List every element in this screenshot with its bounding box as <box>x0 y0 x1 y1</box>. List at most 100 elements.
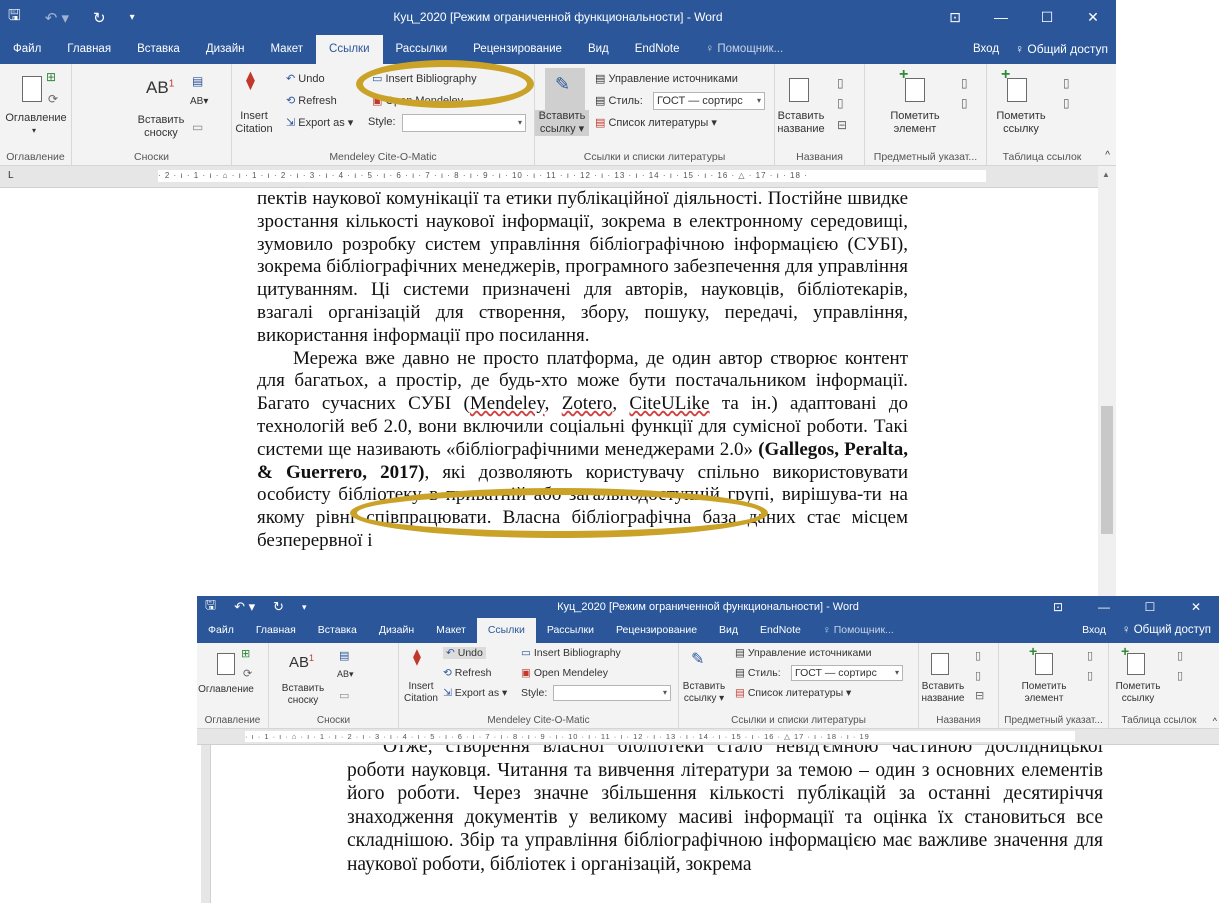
insert-index-icon[interactable]: ▯ <box>961 76 968 90</box>
show-notes-icon[interactable]: ▭ <box>339 689 349 702</box>
table-of-figures-icon[interactable]: ▯ <box>837 76 844 90</box>
collapse-ribbon-icon[interactable]: ^ <box>1213 716 1217 726</box>
toc-dropdown-icon[interactable]: ▾ <box>32 126 36 135</box>
mendeley-style-combo[interactable]: ▾ <box>553 685 671 701</box>
maximize-button[interactable]: ☐ <box>1024 0 1070 35</box>
tab-home[interactable]: Главная <box>245 618 307 643</box>
scroll-up-icon[interactable]: ▲ <box>1102 170 1110 179</box>
collapse-ribbon-icon[interactable]: ^ <box>1105 150 1110 161</box>
update-index-icon[interactable]: ▯ <box>961 96 968 110</box>
refresh-button[interactable]: ⟲ Refresh <box>286 94 337 107</box>
insert-citation-button[interactable]: Insert Citation <box>232 110 276 136</box>
mendeley-style-combo[interactable]: ▾ <box>402 114 526 132</box>
bibliography-button[interactable]: ▤ Список литературы ▾ <box>595 116 717 129</box>
update-figures-icon[interactable]: ▯ <box>975 669 981 682</box>
minimize-button[interactable]: — <box>1081 596 1127 618</box>
document-body[interactable]: пектів наукової комунікації та етики пуб… <box>257 188 908 553</box>
update-toa-icon[interactable]: ▯ <box>1063 96 1070 110</box>
cross-reference-icon[interactable]: ⊟ <box>837 118 847 132</box>
close-button[interactable]: ✕ <box>1070 0 1116 35</box>
manage-sources-button[interactable]: ▤ Управление источниками <box>735 647 871 659</box>
tab-file[interactable]: Файл <box>0 35 54 64</box>
mark-entry-button[interactable]: Пометить элемент <box>875 110 955 136</box>
tab-design[interactable]: Дизайн <box>368 618 425 643</box>
tab-references[interactable]: Ссылки <box>476 618 536 643</box>
tab-design[interactable]: Дизайн <box>193 35 258 64</box>
update-table-icon[interactable]: ⟳ <box>48 92 58 106</box>
share-button[interactable]: ♀ Общий доступ <box>1114 618 1219 643</box>
tab-mailings[interactable]: Рассылки <box>383 35 461 64</box>
undo-button[interactable]: ↶ Undo <box>286 72 325 85</box>
insert-endnote-icon[interactable]: ▤ <box>339 649 349 662</box>
maximize-button[interactable]: ☐ <box>1127 596 1173 618</box>
tell-me-search[interactable]: ♀ Помощник... <box>693 35 797 64</box>
insert-caption-button[interactable]: Вставить название <box>919 681 967 705</box>
mark-entry-button[interactable]: Пометить элемент <box>1005 681 1083 705</box>
toc-button[interactable]: Оглавление <box>197 683 269 696</box>
tab-references[interactable]: Ссылки <box>316 35 383 64</box>
ruler-scale-2[interactable]: · ı · 1 · ı · ⌂ · ı · 1 · ı · 2 · ı · 3 … <box>245 731 1075 742</box>
table-of-figures-icon[interactable]: ▯ <box>975 649 981 662</box>
export-as-button[interactable]: ⇲ Export as ▾ <box>443 687 507 699</box>
insert-index-icon[interactable]: ▯ <box>1087 649 1093 662</box>
signin-link[interactable]: Вход <box>1074 618 1114 643</box>
update-index-icon[interactable]: ▯ <box>1087 669 1093 682</box>
insert-footnote-button[interactable]: Вставить сноску <box>130 114 192 140</box>
tab-view[interactable]: Вид <box>575 35 622 64</box>
citation-style-combo[interactable]: ГОСТ — сортирс ▾ <box>791 665 903 681</box>
citation-style-combo[interactable]: ГОСТ — сортирс ▾ <box>653 92 765 110</box>
open-mendeley-button[interactable]: ▣ Open Mendeley <box>521 667 608 679</box>
insert-caption-button[interactable]: Вставить название <box>775 110 827 136</box>
insert-endnote-icon[interactable]: ▤ <box>192 74 203 88</box>
mark-citation-button[interactable]: Пометить ссылку <box>987 110 1055 136</box>
cross-reference-icon[interactable]: ⊟ <box>975 689 984 702</box>
next-footnote-icon[interactable]: AB▾ <box>190 96 208 107</box>
insert-bibliography-button[interactable]: ▭ Insert Bibliography <box>372 72 477 85</box>
mark-citation-button[interactable]: Пометить ссылку <box>1105 681 1171 705</box>
tab-layout[interactable]: Макет <box>425 618 477 643</box>
tab-mailings[interactable]: Рассылки <box>536 618 605 643</box>
update-toa-icon[interactable]: ▯ <box>1177 669 1183 682</box>
insert-reference-button[interactable]: Вставить ссылку ▾ <box>535 110 589 136</box>
manage-sources-button[interactable]: ▤ Управление источниками <box>595 72 738 85</box>
minimize-button[interactable]: — <box>978 0 1024 35</box>
tab-endnote[interactable]: EndNote <box>622 35 693 64</box>
tab-endnote[interactable]: EndNote <box>749 618 812 643</box>
next-footnote-icon[interactable]: AB▾ <box>337 669 354 680</box>
undo-button[interactable]: ↶ Undo <box>443 647 486 659</box>
add-text-icon[interactable]: ⊞ <box>46 70 56 84</box>
document-page[interactable]: пектів наукової комунікації та етики пуб… <box>0 188 1098 596</box>
tab-insert[interactable]: Вставка <box>307 618 368 643</box>
bibliography-button[interactable]: ▤ Список литературы ▾ <box>735 687 851 699</box>
tell-me-search[interactable]: ♀ Помощник... <box>812 618 905 643</box>
signin-link[interactable]: Вход <box>965 35 1007 64</box>
update-table-icon[interactable]: ⟳ <box>243 667 252 680</box>
ribbon-display-options-icon[interactable]: ⊡ <box>932 0 978 35</box>
insert-reference-button[interactable]: Вставить ссылку ▾ <box>679 681 729 705</box>
refresh-button[interactable]: ⟲ Refresh <box>443 667 492 679</box>
share-button[interactable]: ♀ Общий доступ <box>1007 35 1116 64</box>
tab-layout[interactable]: Макет <box>257 35 316 64</box>
tab-file[interactable]: Файл <box>197 618 245 643</box>
close-button[interactable]: ✕ <box>1173 596 1219 618</box>
add-text-icon[interactable]: ⊞ <box>241 647 250 660</box>
tab-review[interactable]: Рецензирование <box>605 618 708 643</box>
tab-review[interactable]: Рецензирование <box>460 35 575 64</box>
tab-insert[interactable]: Вставка <box>124 35 193 64</box>
toc-button[interactable]: Оглавление <box>0 112 72 125</box>
insert-citation-button[interactable]: Insert Citation <box>399 681 443 705</box>
show-notes-icon[interactable]: ▭ <box>192 120 203 134</box>
tab-selector-icon[interactable]: L <box>8 170 14 181</box>
tab-view[interactable]: Вид <box>708 618 749 643</box>
document-body-2[interactable]: Отже, створення власної бібліотеки стало… <box>347 745 1103 876</box>
update-figures-icon[interactable]: ▯ <box>837 96 844 110</box>
insert-toa-icon[interactable]: ▯ <box>1177 649 1183 662</box>
insert-bibliography-button[interactable]: ▭ Insert Bibliography <box>521 647 621 659</box>
document-page-2[interactable]: Отже, створення власної бібліотеки стало… <box>197 745 1219 903</box>
insert-footnote-button[interactable]: Вставить сноску <box>273 683 333 707</box>
tab-home[interactable]: Главная <box>54 35 124 64</box>
ribbon-display-options-icon[interactable]: ⊡ <box>1035 596 1081 618</box>
scrollbar-thumb[interactable] <box>1101 406 1113 534</box>
export-as-button[interactable]: ⇲ Export as ▾ <box>286 116 353 129</box>
insert-toa-icon[interactable]: ▯ <box>1063 76 1070 90</box>
